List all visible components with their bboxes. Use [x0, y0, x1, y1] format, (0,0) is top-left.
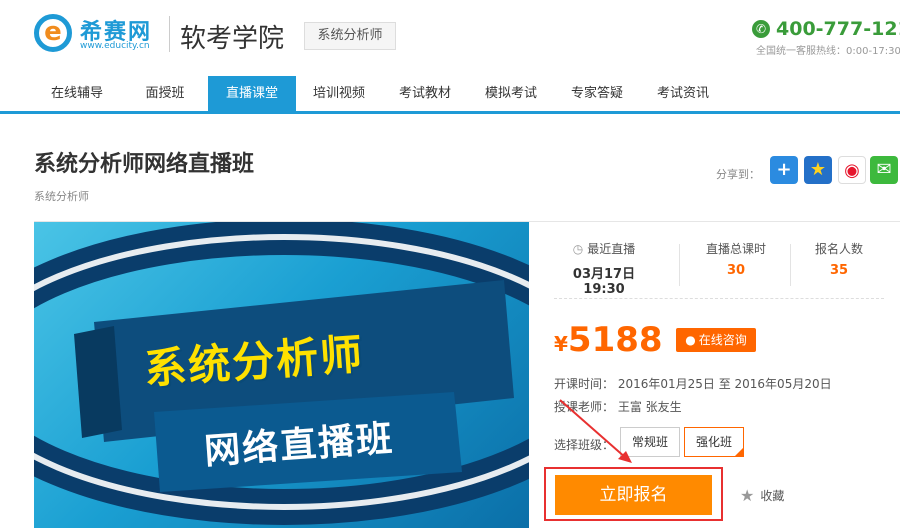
stat-separator: [679, 244, 680, 286]
star-icon: ★: [740, 486, 755, 505]
nav-item-live-class[interactable]: 直播课堂: [208, 76, 296, 111]
class-select-label: 选择班级：: [554, 438, 615, 452]
class-option-regular[interactable]: 常规班: [620, 427, 680, 457]
nav-item-face-class[interactable]: 面授班: [122, 76, 208, 111]
stat-total-hours: 直播总课时 30: [684, 240, 788, 286]
nav-item-training-video[interactable]: 培训视频: [296, 76, 382, 111]
hotline: ✆ 400-777-1218: [752, 18, 900, 40]
chat-icon: ●: [685, 333, 696, 347]
selected-corner-icon: [734, 447, 744, 457]
clock-icon: ◷: [572, 242, 584, 256]
header-divider: [169, 16, 170, 52]
stat-value: 30: [726, 263, 746, 278]
share-qzone-icon[interactable]: ★: [804, 156, 832, 184]
stat-separator: [790, 244, 791, 286]
online-consult-button[interactable]: ● 在线咨询: [676, 328, 756, 352]
share-label: 分享到：: [716, 168, 760, 181]
site-logo[interactable]: e 希赛网 www.educity.cn: [34, 14, 164, 54]
course-start-time: 开课时间： 2016年01月25日 至 2016年05月20日: [554, 377, 832, 391]
course-price: ¥5188: [554, 320, 663, 360]
site-header: e 希赛网 www.educity.cn 软考学院 系统分析师 ✆ 400-777…: [0, 0, 900, 72]
stat-value: 35: [829, 263, 849, 278]
stat-label: 直播总课时: [705, 242, 766, 256]
stats-divider: [554, 298, 884, 300]
hotline-number: 400-777-1218: [776, 18, 900, 40]
consult-label: 在线咨询: [698, 333, 747, 347]
course-banner: 系统分析师 网络直播班: [34, 222, 529, 528]
hotline-hours: 全国统一客服热线：0:00-17:30: [756, 46, 900, 57]
class-option-intensive[interactable]: 强化班: [684, 427, 744, 457]
share-plus-icon[interactable]: +: [770, 156, 798, 184]
share-weibo-icon[interactable]: ◉: [838, 156, 866, 184]
price-value: 5188: [567, 320, 663, 360]
breadcrumb[interactable]: 系统分析师: [34, 188, 89, 204]
favorite-button[interactable]: ★ 收藏: [740, 486, 784, 505]
stat-enrolled: 报名人数 35: [794, 240, 884, 286]
phone-icon: ✆: [752, 20, 770, 38]
class-option-label: 强化班: [695, 435, 732, 449]
logo-url: www.educity.cn: [80, 41, 150, 51]
favorite-label: 收藏: [760, 489, 785, 503]
site-name[interactable]: 软考学院: [180, 18, 284, 55]
stat-label: 报名人数: [814, 242, 863, 256]
stat-value: 03月17日 19:30: [572, 267, 636, 297]
price-symbol: ¥: [554, 332, 568, 356]
nav-item-online-tutoring[interactable]: 在线辅导: [34, 76, 120, 111]
category-badge[interactable]: 系统分析师: [304, 22, 396, 50]
course-teachers: 授课老师： 王富 张友生: [554, 400, 682, 414]
stat-next-live: ◷ 最近直播 03月17日 19:30: [554, 240, 654, 297]
page-title: 系统分析师网络直播班: [34, 152, 255, 177]
nav-item-textbooks[interactable]: 考试教材: [382, 76, 468, 111]
stat-label: 最近直播: [587, 242, 636, 256]
share-wechat-icon[interactable]: ✉: [870, 156, 898, 184]
nav-item-expert-qa[interactable]: 专家答疑: [554, 76, 640, 111]
main-nav: 在线辅导 面授班 直播课堂 培训视频 考试教材 模拟考试 专家答疑 考试资讯: [0, 76, 900, 114]
nav-item-mock-exam[interactable]: 模拟考试: [468, 76, 554, 111]
nav-item-exam-news[interactable]: 考试资讯: [640, 76, 726, 111]
enroll-button[interactable]: 立即报名: [555, 475, 712, 515]
course-stats: ◷ 最近直播 03月17日 19:30 直播总课时 30 报名人数 35: [554, 240, 884, 300]
